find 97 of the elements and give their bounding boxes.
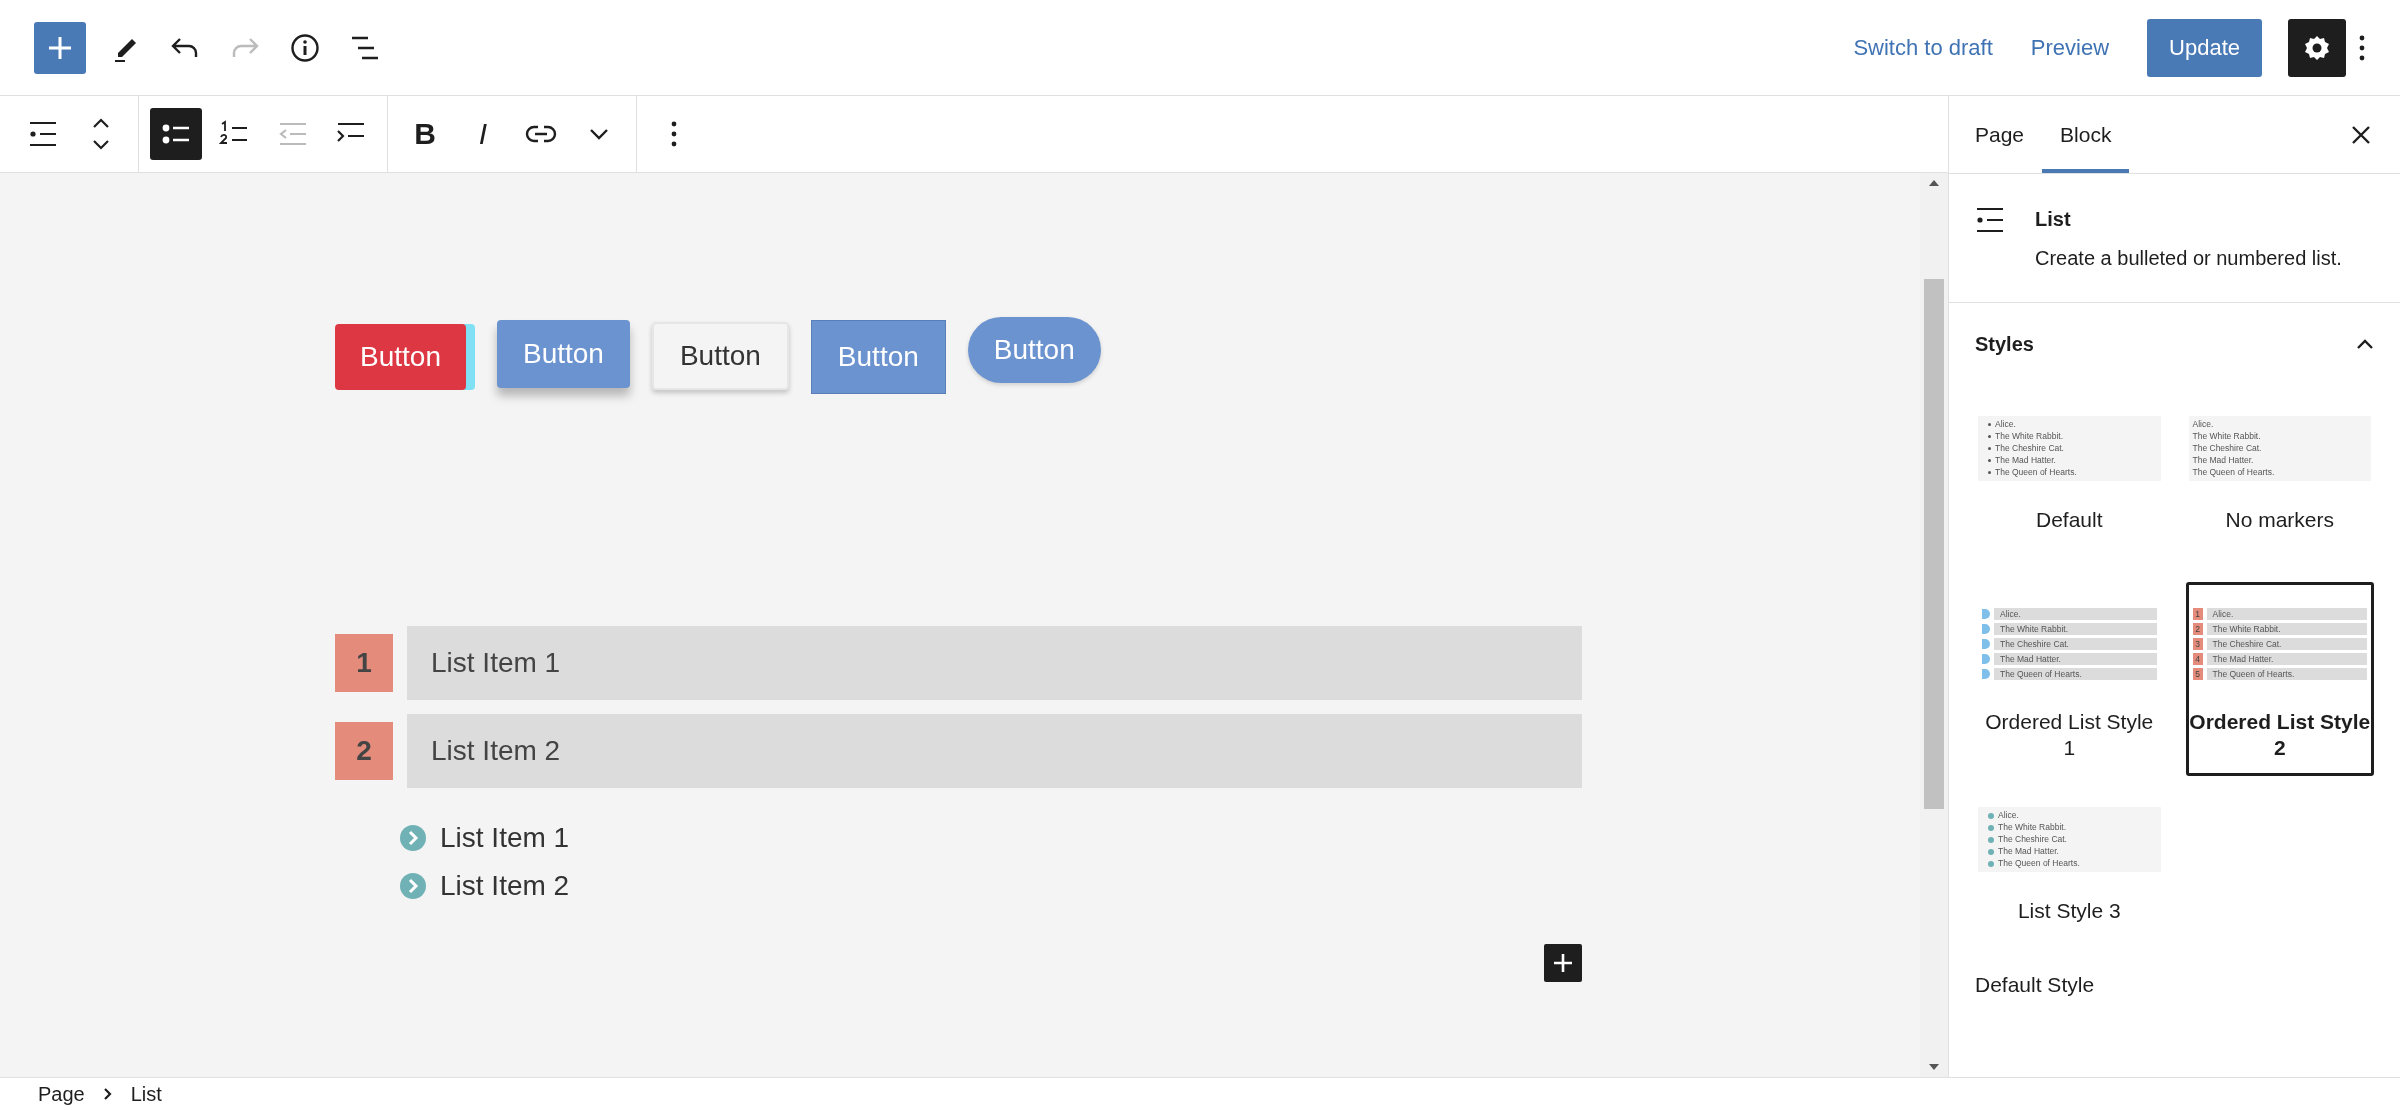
scrollbar-thumb[interactable] — [1924, 279, 1944, 809]
preview-text: Alice. — [1995, 419, 2016, 430]
preview-text: The White Rabbit. — [1994, 623, 2157, 635]
marker-icon — [1988, 848, 1994, 855]
preview-text: The White Rabbit. — [2192, 431, 2261, 442]
bullet-icon — [1988, 471, 1991, 474]
style-label: Ordered List Style 2 — [2188, 709, 2371, 761]
scroll-up-icon[interactable] — [1928, 179, 1940, 187]
preview-text: Alice. — [1994, 608, 2157, 620]
preview-text: Alice. — [1998, 810, 2019, 821]
bold-button[interactable]: B — [399, 108, 451, 160]
update-button[interactable]: Update — [2147, 18, 2262, 77]
sidebar-tab[interactable]: Block — [2042, 96, 2130, 173]
bullet-icon — [1988, 447, 1991, 450]
marker-icon — [1988, 812, 1994, 819]
chevron-icon — [2356, 338, 2374, 350]
preview-text: The White Rabbit. — [1995, 431, 2064, 442]
header-link[interactable]: Preview — [2030, 34, 2110, 61]
undo-icon — [170, 35, 200, 60]
marker-icon — [1982, 609, 1990, 619]
preview-text: The Cheshire Cat. — [2192, 443, 2262, 454]
plus-icon — [1553, 953, 1573, 973]
preview-text: The Queen of Hearts. — [1995, 467, 2077, 478]
chevron-circle-icon — [400, 825, 426, 851]
preview-text: The Queen of Hearts. — [2206, 668, 2367, 680]
breadcrumb-link[interactable]: List — [130, 1082, 162, 1106]
breadcrumb-link[interactable]: Page — [38, 1082, 85, 1106]
block-title: List — [2035, 208, 2072, 231]
preview-text: The Mad Hatter. — [2192, 455, 2254, 466]
preview-text: The Cheshire Cat. — [1994, 638, 2157, 650]
marker-icon — [1988, 824, 1994, 831]
list-item: List Item 2 — [440, 870, 570, 902]
options-icon — [670, 120, 678, 148]
preview-text: Alice. — [2206, 608, 2367, 620]
redo-icon — [230, 35, 260, 60]
marker-icon — [1988, 860, 1994, 867]
add-block-button[interactable] — [1544, 944, 1582, 982]
styles-panel-toggle[interactable]: Styles — [1975, 303, 2374, 385]
preview-text: Alice. — [2192, 419, 2214, 430]
bulleted-list-icon — [28, 120, 58, 148]
settings-button[interactable] — [2288, 18, 2346, 77]
bullet-icon — [1988, 423, 1991, 426]
style-label: No markers — [2224, 507, 2335, 533]
preview-text: The White Rabbit. — [1998, 822, 2067, 833]
list-item: List Item 1 — [440, 822, 570, 854]
options-icon[interactable] — [2358, 33, 2366, 62]
bullets-button[interactable] — [150, 108, 202, 160]
item-number: 5 — [2192, 668, 2203, 680]
chevron-icon — [102, 1087, 113, 1101]
link-icon — [525, 124, 557, 144]
item-number: 4 — [2192, 653, 2203, 665]
section-heading: Default Style — [1975, 973, 2096, 997]
marker-icon — [1982, 639, 1990, 649]
preview-text: The Queen of Hearts. — [2192, 467, 2275, 478]
caret-icon — [589, 128, 609, 140]
item-number: 2 — [335, 722, 393, 780]
item-number: 2 — [2192, 623, 2203, 635]
sample-button[interactable]: Button — [651, 322, 789, 390]
close-icon[interactable] — [2350, 123, 2372, 146]
outline-icon — [350, 34, 380, 61]
bullet-icon — [1988, 435, 1991, 438]
preview-text: The Cheshire Cat. — [1995, 443, 2064, 454]
preview-text: The Queen of Hearts. — [1994, 668, 2157, 680]
preview-text: The Cheshire Cat. — [1998, 834, 2067, 845]
item-number: 3 — [2192, 638, 2203, 650]
header-link[interactable]: Switch to draft — [1853, 34, 1993, 61]
preview-text: The Mad Hatter. — [2206, 653, 2367, 665]
marker-icon — [1982, 654, 1990, 664]
preview-text: The Mad Hatter. — [1995, 455, 2056, 466]
preview-text: The Queen of Hearts. — [1998, 858, 2080, 869]
block-description: Create a bulleted or numbered list. — [2035, 247, 2342, 270]
plus-icon — [47, 34, 73, 61]
info-icon — [290, 32, 320, 63]
item-number: 1 — [335, 634, 393, 692]
preview-text: The Mad Hatter. — [1994, 653, 2157, 665]
italic-button[interactable]: I — [457, 108, 509, 160]
sidebar-tab[interactable]: Page — [1957, 96, 2043, 173]
settings-icon — [2303, 33, 2331, 62]
style-label: Default — [2034, 507, 2104, 533]
list-item: List Item 1 — [407, 626, 1582, 700]
bullet-icon — [1988, 459, 1991, 462]
preview-text: The Cheshire Cat. — [2206, 638, 2367, 650]
item-number: 1 — [2192, 608, 2203, 620]
style-label: List Style 3 — [2016, 898, 2122, 924]
marker-icon — [1982, 669, 1990, 679]
move-arrows-icon — [90, 117, 112, 151]
bulleted-list-icon — [1975, 206, 2005, 234]
preview-text: The Mad Hatter. — [1998, 846, 2059, 857]
preview-text: The White Rabbit. — [2206, 623, 2367, 635]
list-item: List Item 2 — [407, 714, 1582, 788]
style-option[interactable]: 1 Alice. 2 The White Rabbit. 3 The Cheshire Cat. 4 The Mad Hatter. 5 The Queen of Hearts. Ordered List Style 2 — [2185, 582, 2374, 776]
style-label: Ordered List Style 1 — [1984, 709, 2155, 761]
chevron-circle-icon — [400, 873, 426, 899]
outdent-icon — [277, 120, 307, 148]
scroll-down-icon[interactable] — [1928, 1063, 1940, 1071]
marker-icon — [1982, 624, 1990, 634]
marker-icon — [1988, 836, 1994, 843]
